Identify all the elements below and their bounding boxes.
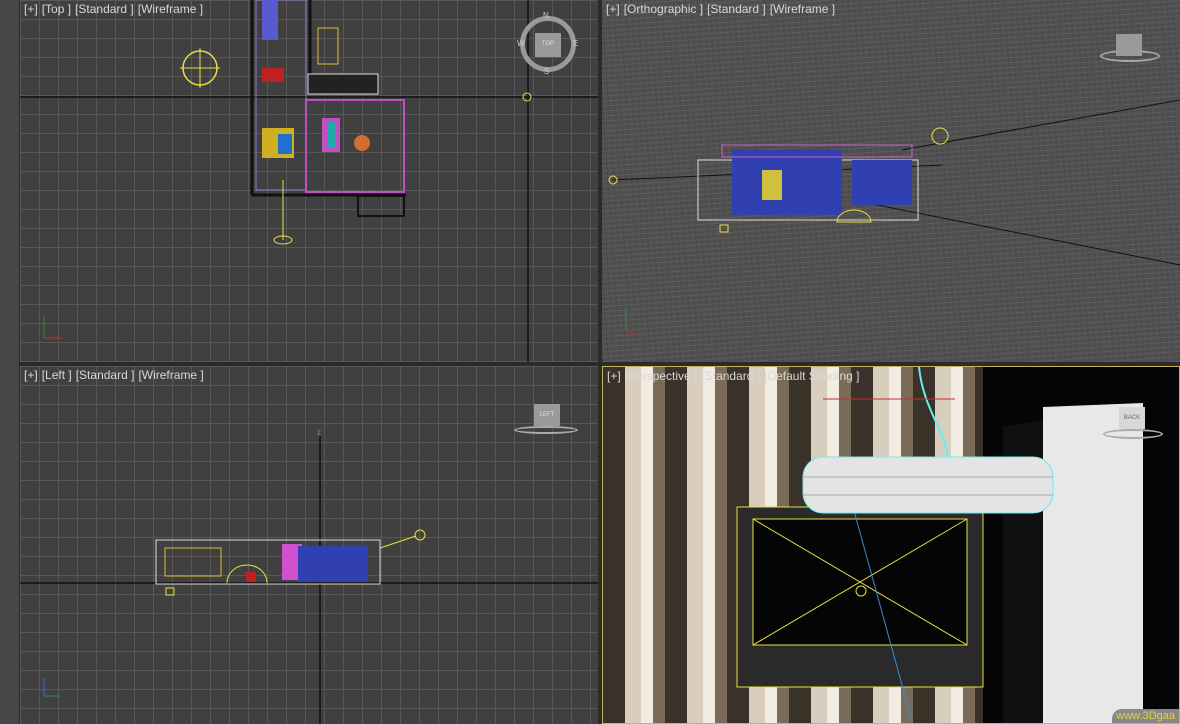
ortho-wireframe-scene xyxy=(608,99,1180,337)
viewcube-top[interactable]: TOP xyxy=(535,33,561,57)
viewport-label-top[interactable]: [+] [Top ] [Standard ] [Wireframe ] xyxy=(24,2,207,16)
viewport-label-perspective[interactable]: [+] [Perspective ] [Standard ] [Default Sha… xyxy=(607,369,864,383)
viewport-label-orthographic[interactable]: [+] [Orthographic ] [Standard ] [Wireframe … xyxy=(606,2,839,16)
view-point-menu[interactable]: [Top ] xyxy=(42,2,71,16)
viewport-menu[interactable]: [+] xyxy=(606,2,620,16)
shading-std-menu[interactable]: [Standard ] xyxy=(701,369,760,383)
view-point-menu[interactable]: [Orthographic ] xyxy=(624,2,703,16)
viewport-perspective[interactable]: [+] [Perspective ] [Standard ] [Default Sha… xyxy=(602,366,1180,724)
viewport-orthographic[interactable]: [+] [Orthographic ] [Standard ] [Wireframe … xyxy=(602,0,1180,362)
left-toolbar-strip xyxy=(0,0,19,724)
top-wireframe-scene xyxy=(20,0,598,362)
shading-mode-menu[interactable]: [Default Shading ] xyxy=(764,369,859,383)
shading-mode-menu[interactable]: [Wireframe ] xyxy=(138,2,203,16)
view-point-menu[interactable]: [Left ] xyxy=(42,368,72,382)
shading-std-menu[interactable]: [Standard ] xyxy=(75,2,134,16)
shading-mode-menu[interactable]: [Wireframe ] xyxy=(138,368,203,382)
compass-w: W xyxy=(517,39,525,48)
viewcube-perspective[interactable]: BACK xyxy=(1103,407,1163,441)
viewport-left[interactable]: z [+] [Left ] [Standard ] [Wireframe ] LEFT xyxy=(20,366,598,724)
viewport-menu[interactable]: [+] xyxy=(607,369,621,383)
shading-std-menu[interactable]: [Standard ] xyxy=(76,368,135,382)
axis-z-label: z xyxy=(317,428,321,437)
compass-e: E xyxy=(573,39,579,48)
viewcube-left[interactable]: LEFT xyxy=(514,402,578,436)
compass-s: S xyxy=(544,67,550,76)
view-point-menu[interactable]: [Perspective ] xyxy=(625,369,698,383)
left-wireframe-scene xyxy=(20,436,598,724)
viewport-menu[interactable]: [+] xyxy=(24,2,38,16)
shading-mode-menu[interactable]: [Wireframe ] xyxy=(770,2,835,16)
watermark: www.3Dgaa xyxy=(1112,709,1179,723)
shading-std-menu[interactable]: [Standard ] xyxy=(707,2,766,16)
viewport-menu[interactable]: [+] xyxy=(24,368,38,382)
viewcube-compass[interactable]: TOP N S W E xyxy=(517,11,579,76)
viewcube-ortho[interactable] xyxy=(1100,30,1160,64)
viewport-label-left[interactable]: [+] [Left ] [Standard ] [Wireframe ] xyxy=(24,368,208,382)
viewport-top[interactable]: [+] [Top ] [Standard ] [Wireframe ] TOP N S… xyxy=(20,0,598,362)
compass-n: N xyxy=(543,11,549,20)
perspective-scene xyxy=(736,367,1179,723)
